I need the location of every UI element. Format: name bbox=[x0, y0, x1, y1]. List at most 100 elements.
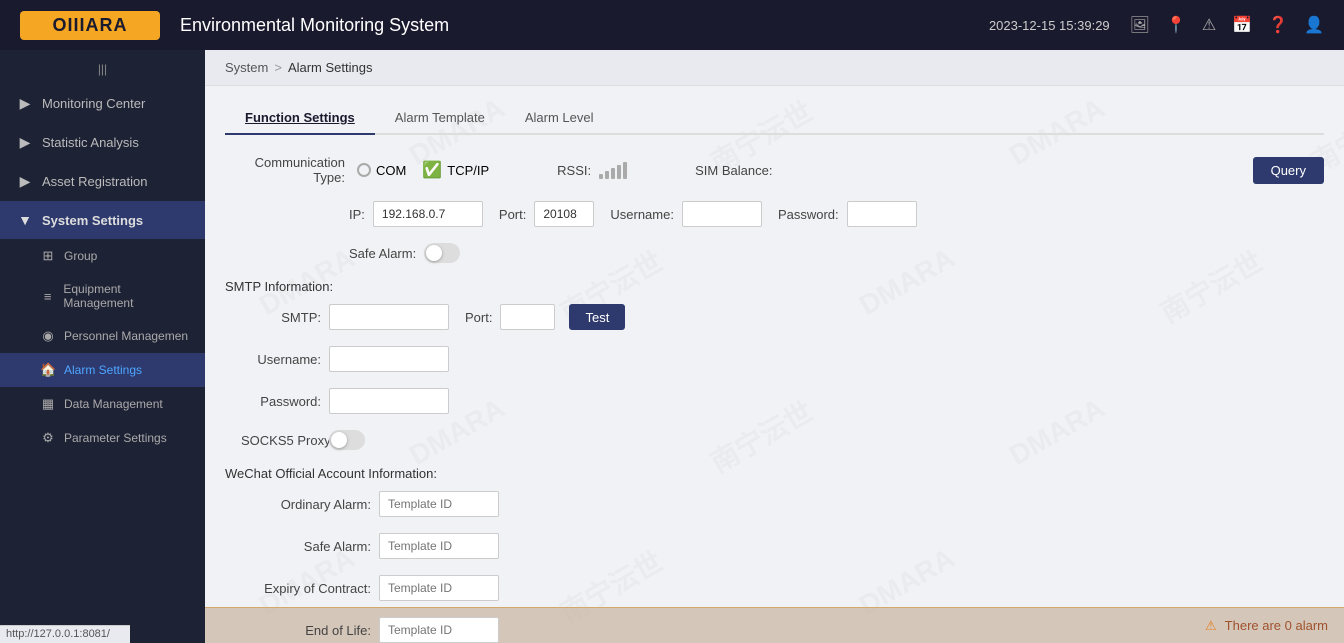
com-radio-circle bbox=[357, 163, 371, 177]
breadcrumb: System > Alarm Settings bbox=[205, 50, 1344, 86]
username-label: Username: bbox=[610, 207, 674, 222]
url-bar: http://127.0.0.1:8081/ bbox=[0, 625, 130, 643]
safe-alarm-toggle[interactable] bbox=[424, 243, 460, 263]
password-input[interactable] bbox=[847, 201, 917, 227]
sidebar-sub-item-label: Data Management bbox=[64, 397, 163, 411]
tcpip-label: TCP/IP bbox=[447, 163, 489, 178]
wechat-section-title: WeChat Official Account Information: bbox=[225, 466, 1324, 481]
smtp-username-label: Username: bbox=[241, 352, 321, 367]
ordinary-alarm-input[interactable] bbox=[379, 491, 499, 517]
page-content: DMARA 南宁沄世 DMARA 南宁沄世 DMARA 南宁沄世 DMARA 南… bbox=[205, 86, 1344, 643]
ip-label: IP: bbox=[349, 207, 365, 222]
ordinary-alarm-row: Ordinary Alarm: bbox=[241, 491, 1324, 517]
username-input[interactable] bbox=[682, 201, 762, 227]
communication-type-row: Communication Type: COM ✅ TCP/IP RSS bbox=[225, 155, 1324, 185]
test-button[interactable]: Test bbox=[569, 304, 625, 330]
sidebar-sub-item-alarm-settings[interactable]: 🏠 Alarm Settings bbox=[0, 353, 205, 387]
ip-input[interactable] bbox=[373, 201, 483, 227]
sidebar-item-monitoring-center[interactable]: ▶ Monitoring Center bbox=[0, 84, 205, 123]
sidebar-sub-item-group[interactable]: ⊞ Group bbox=[0, 239, 205, 273]
rssi-bar-2 bbox=[605, 171, 609, 179]
app-logo: OIIIARA bbox=[20, 11, 160, 40]
sidebar-item-label: System Settings bbox=[42, 213, 143, 228]
sidebar-sub-item-label: Group bbox=[64, 249, 97, 263]
data-management-icon: ▦ bbox=[40, 396, 56, 412]
query-button[interactable]: Query bbox=[1253, 157, 1324, 184]
safe-alarm2-row: Safe Alarm: bbox=[241, 533, 1324, 559]
sidebar: ||| ▶ Monitoring Center ▶ Statistic Anal… bbox=[0, 50, 205, 643]
safe-alarm-row: Safe Alarm: bbox=[349, 243, 1324, 263]
comm-type-label-line1: Communication bbox=[255, 155, 345, 170]
safe-alarm-label: Safe Alarm: bbox=[349, 246, 416, 261]
sidebar-sub-item-data-management[interactable]: ▦ Data Management bbox=[0, 387, 205, 421]
smtp-password-label: Password: bbox=[241, 394, 321, 409]
sidebar-sub-item-personnel-management[interactable]: ◉ Personnel Managemen bbox=[0, 319, 205, 353]
system-settings-icon: ▼ bbox=[16, 212, 34, 228]
sidebar-sub-item-label: Parameter Settings bbox=[64, 431, 167, 445]
smtp-port-input[interactable] bbox=[500, 304, 555, 330]
sidebar-sub-item-equipment-management[interactable]: ≡ Equipment Management bbox=[0, 273, 205, 319]
smtp-password-row: Password: bbox=[241, 388, 1324, 414]
radio-com[interactable]: COM bbox=[357, 163, 406, 178]
rssi-bars bbox=[599, 161, 627, 179]
breadcrumb-separator: > bbox=[274, 60, 282, 75]
tcpip-checked-icon: ✅ bbox=[422, 160, 442, 180]
safe-alarm-toggle-knob bbox=[426, 245, 442, 261]
tab-function-settings[interactable]: Function Settings bbox=[225, 102, 375, 135]
safe-alarm2-label: Safe Alarm: bbox=[241, 539, 371, 554]
image-icon[interactable]: 🖼 bbox=[1130, 15, 1150, 35]
safe-alarm2-input[interactable] bbox=[379, 533, 499, 559]
calendar-icon[interactable]: 📅 bbox=[1232, 15, 1252, 35]
sidebar-sub-item-parameter-settings[interactable]: ⚙ Parameter Settings bbox=[0, 421, 205, 455]
sidebar-item-asset-registration[interactable]: ▶ Asset Registration bbox=[0, 162, 205, 201]
radio-tcpip[interactable]: ✅ TCP/IP bbox=[422, 160, 489, 180]
expiry-contract-label: Expiry of Contract: bbox=[241, 581, 371, 596]
sidebar-item-system-settings[interactable]: ▼ System Settings bbox=[0, 201, 205, 239]
header-icons: 🖼 📍 ⚠ 📅 ❓ 👤 bbox=[1130, 15, 1324, 35]
end-of-life-label: End of Life: bbox=[241, 623, 371, 638]
end-of-life-input[interactable] bbox=[379, 617, 499, 643]
smtp-input[interactable] bbox=[329, 304, 449, 330]
sidebar-sub-item-label: Personnel Managemen bbox=[64, 329, 188, 343]
rssi-bar-4 bbox=[617, 165, 621, 179]
rssi-label: RSSI: bbox=[557, 163, 591, 178]
smtp-username-input[interactable] bbox=[329, 346, 449, 372]
collapse-button[interactable]: ||| bbox=[0, 58, 205, 80]
socks5-toggle[interactable] bbox=[329, 430, 365, 450]
user-icon[interactable]: 👤 bbox=[1304, 15, 1324, 35]
alert-icon[interactable]: ⚠ bbox=[1202, 15, 1216, 35]
content-area: System > Alarm Settings DMARA 南宁沄世 DMARA… bbox=[205, 50, 1344, 643]
group-icon: ⊞ bbox=[40, 248, 56, 264]
port-input[interactable] bbox=[534, 201, 594, 227]
expiry-contract-input[interactable] bbox=[379, 575, 499, 601]
smtp-port-label: Port: bbox=[465, 310, 492, 325]
sidebar-item-label: Asset Registration bbox=[42, 174, 148, 189]
breadcrumb-current: Alarm Settings bbox=[288, 60, 373, 75]
expiry-contract-row: Expiry of Contract: bbox=[241, 575, 1324, 601]
smtp-row: SMTP: Port: Test bbox=[241, 304, 1324, 330]
ordinary-alarm-label: Ordinary Alarm: bbox=[241, 497, 371, 512]
smtp-section-title: SMTP Information: bbox=[225, 279, 1324, 294]
ip-row: IP: Port: Username: Password: bbox=[349, 201, 1324, 227]
smtp-password-input[interactable] bbox=[329, 388, 449, 414]
smtp-label: SMTP: bbox=[241, 310, 321, 325]
alarm-settings-icon: 🏠 bbox=[40, 362, 56, 378]
comm-type-options: COM ✅ TCP/IP bbox=[357, 160, 489, 180]
personnel-icon: ◉ bbox=[40, 328, 56, 344]
sidebar-sub-item-label: Alarm Settings bbox=[64, 363, 142, 377]
location-icon[interactable]: 📍 bbox=[1166, 15, 1186, 35]
password-label: Password: bbox=[778, 207, 839, 222]
sidebar-item-label: Monitoring Center bbox=[42, 96, 145, 111]
form-section: Communication Type: COM ✅ TCP/IP RSS bbox=[225, 155, 1324, 643]
help-icon[interactable]: ❓ bbox=[1268, 15, 1288, 35]
rssi-bar-3 bbox=[611, 168, 615, 179]
breadcrumb-system: System bbox=[225, 60, 268, 75]
top-header: OIIIARA Environmental Monitoring System … bbox=[0, 0, 1344, 50]
header-datetime: 2023-12-15 15:39:29 bbox=[989, 18, 1110, 33]
parameter-settings-icon: ⚙ bbox=[40, 430, 56, 446]
tab-alarm-level[interactable]: Alarm Level bbox=[505, 102, 614, 135]
equipment-icon: ≡ bbox=[40, 289, 55, 304]
port-label: Port: bbox=[499, 207, 526, 222]
sidebar-item-statistic-analysis[interactable]: ▶ Statistic Analysis bbox=[0, 123, 205, 162]
tab-alarm-template[interactable]: Alarm Template bbox=[375, 102, 505, 135]
